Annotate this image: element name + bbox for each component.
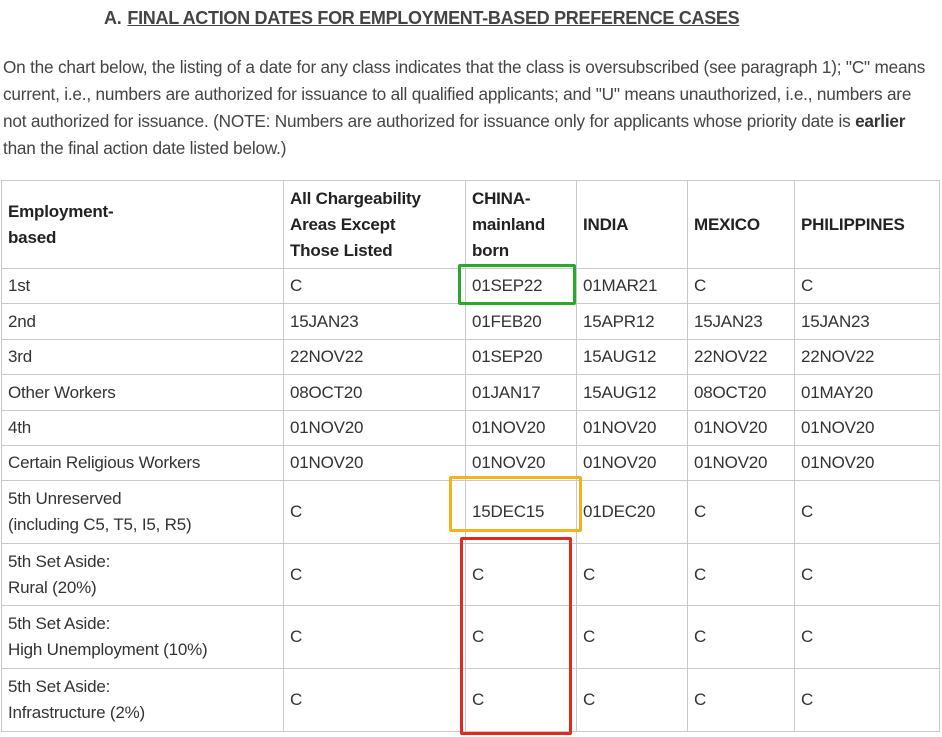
date-cell: 01NOV20 <box>283 410 466 446</box>
row-label-cell: Certain Religious Workers <box>1 445 284 481</box>
date-cell: C <box>576 543 688 606</box>
date-cell: 15JAN23 <box>794 303 940 340</box>
date-cell: C <box>687 480 795 544</box>
row-label-cell: 3rd <box>1 339 284 375</box>
header-cell: All Chargeability Areas Except Those Liste… <box>283 180 466 269</box>
row-label-cell: 4th <box>1 410 284 446</box>
table-row: 3rd 22NOV22 01SEP20 15AUG12 22NOV22 22NOV22 <box>1 339 940 375</box>
date-cell: C <box>576 668 688 732</box>
date-cell: 15AUG12 <box>576 374 688 411</box>
date-cell: 01NOV20 <box>794 410 940 446</box>
date-cell: 01NOV20 <box>794 445 940 481</box>
date-cell: C <box>794 668 940 732</box>
date-cell: C <box>283 668 466 732</box>
date-cell: 01NOV20 <box>576 445 688 481</box>
date-cell: C <box>794 605 940 669</box>
date-cell: 15JAN23 <box>283 303 466 340</box>
row-label-cell: 5th Set Aside: Rural (20%) <box>1 543 284 606</box>
date-cell: C <box>687 543 795 606</box>
intro-text-1: On the chart below, the listing of a dat… <box>3 57 926 131</box>
date-cell: 01SEP20 <box>465 339 577 375</box>
date-cell: C <box>794 543 940 606</box>
date-cell: 15AUG12 <box>576 339 688 375</box>
date-cell: C <box>465 605 577 669</box>
table-row: Other Workers 08OCT20 01JAN17 15AUG12 08OCT2… <box>1 374 940 411</box>
date-cell: 22NOV22 <box>283 339 466 375</box>
date-cell: C <box>576 605 688 669</box>
date-cell: 01FEB20 <box>465 303 577 340</box>
table-row: 2nd 15JAN23 01FEB20 15APR12 15JAN23 15JAN23 <box>1 303 940 340</box>
row-label-cell: 5th Set Aside: Infrastructure (2%) <box>1 668 284 732</box>
date-cell: 01NOV20 <box>687 445 795 481</box>
date-cell: 22NOV22 <box>794 339 940 375</box>
date-cell: 01MAY20 <box>794 374 940 411</box>
row-label-cell: Other Workers <box>1 374 284 411</box>
date-cell: 01JAN17 <box>465 374 577 411</box>
date-cell: 01NOV20 <box>576 410 688 446</box>
section-heading: A. FINAL ACTION DATES FOR EMPLOYMENT-BASE… <box>104 8 740 29</box>
date-cell: 01DEC20 <box>576 480 688 544</box>
table-row: 4th 01NOV20 01NOV20 01NOV20 01NOV20 01NOV20 <box>1 410 940 446</box>
date-cell: C <box>687 268 795 304</box>
table-row: 5th Set Aside: Infrastructure (2%) C C C C C <box>1 668 940 732</box>
date-cell: 01NOV20 <box>465 410 577 446</box>
table-row: 5th Set Aside: High Unemployment (10%) C C C… <box>1 605 940 669</box>
date-cell: 22NOV22 <box>687 339 795 375</box>
section-title: FINAL ACTION DATES FOR EMPLOYMENT-BASED … <box>127 8 740 28</box>
intro-emphasis: earlier <box>855 111 906 131</box>
intro-paragraph: On the chart below, the listing of a dat… <box>3 54 933 162</box>
date-cell: 15DEC15 <box>465 480 577 544</box>
date-cell: 08OCT20 <box>283 374 466 411</box>
header-cell: INDIA <box>576 180 688 269</box>
date-cell: C <box>283 480 466 544</box>
date-cell: 01NOV20 <box>465 445 577 481</box>
header-cell: CHINA-mainland born <box>465 180 577 269</box>
date-cell: 15APR12 <box>576 303 688 340</box>
table-row: 5th Unreserved (including C5, T5, I5, R5)… <box>1 480 940 544</box>
date-cell: C <box>687 668 795 732</box>
header-cell: PHILIPPINES <box>794 180 940 269</box>
date-cell: C <box>465 668 577 732</box>
date-cell: 08OCT20 <box>687 374 795 411</box>
table-row: 5th Set Aside: Rural (20%) C C C C C <box>1 543 940 606</box>
date-cell: 01NOV20 <box>687 410 795 446</box>
table-row: 1st C 01SEP22 01MAR21 C C <box>1 268 940 304</box>
header-row: Employment-based All Chargeability Areas … <box>1 180 940 269</box>
table-row: Certain Religious Workers 01NOV20 01NOV20 0… <box>1 445 940 481</box>
row-label-cell: 5th Set Aside: High Unemployment (10%) <box>1 605 284 669</box>
final-action-dates-table: Employment-based All Chargeability Areas … <box>1 180 940 732</box>
date-cell: 01NOV20 <box>283 445 466 481</box>
header-cell: Employment-based <box>1 180 284 269</box>
row-label-cell: 2nd <box>1 303 284 340</box>
header-cell: MEXICO <box>687 180 795 269</box>
date-cell: 01MAR21 <box>576 268 688 304</box>
date-cell: C <box>794 480 940 544</box>
date-cell: C <box>465 543 577 606</box>
date-cell: C <box>687 605 795 669</box>
intro-text-2: than the final action date listed below.… <box>3 138 287 158</box>
date-cell: C <box>283 605 466 669</box>
date-cell: 15JAN23 <box>687 303 795 340</box>
row-label-cell: 1st <box>1 268 284 304</box>
date-cell: C <box>283 543 466 606</box>
row-label-cell: 5th Unreserved (including C5, T5, I5, R5) <box>1 480 284 544</box>
date-cell: C <box>794 268 940 304</box>
section-letter: A. <box>104 8 122 28</box>
date-cell: 01SEP22 <box>465 268 577 304</box>
date-cell: C <box>283 268 466 304</box>
